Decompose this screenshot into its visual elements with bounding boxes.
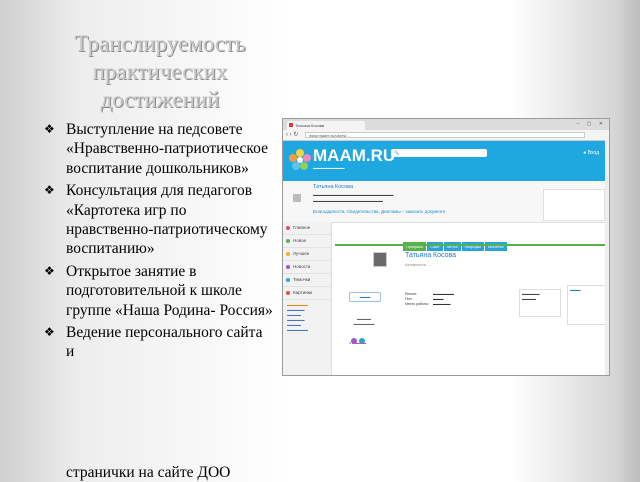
login-link[interactable]: ● Вход xyxy=(583,150,599,156)
scrollbar[interactable] xyxy=(605,140,609,375)
bullet-text: Ведение персонального сайта и xyxy=(66,324,263,361)
stats-box: ▬▬▬▬▬ ▬▬▬▬ xyxy=(519,289,561,317)
sidebar-item-new[interactable]: Новое xyxy=(283,235,331,248)
registration-date: ▬▬▬▬ ▬▬▬▬▬▬ xyxy=(353,317,375,326)
info-side-box: ▬▬▬ xyxy=(567,285,607,325)
user-banner: Татьяна Косова ▬▬▬▬▬▬▬▬▬▬▬▬▬▬▬▬▬▬▬▬▬▬▬ ▬… xyxy=(283,181,609,223)
sidebar-link-placeholder-icon[interactable]: ▬▬▬▬▬▬ xyxy=(287,328,327,333)
info-value-icon: ▬▬▬ xyxy=(433,297,444,301)
window-controls-icon[interactable]: – ▢ ✕ xyxy=(577,121,606,127)
bullet-item: ❖ Ведение персонального сайта и xyxy=(44,323,274,362)
profile-link-icon[interactable]: ● ▬▬▬▬ xyxy=(349,341,366,345)
site-search-input[interactable]: 🔍 xyxy=(391,149,487,157)
sidebar-item-label: Лучшее xyxy=(293,251,310,256)
flower-logo-icon xyxy=(289,149,311,170)
sidebar-item-topics[interactable]: Темочки xyxy=(283,274,331,287)
badges xyxy=(351,331,367,349)
slide-title-line: практических xyxy=(92,59,228,84)
profile-status: Активность: ... xyxy=(405,262,432,267)
profile-divider xyxy=(335,244,609,246)
avatar[interactable] xyxy=(373,252,387,267)
site-sidebar: Главное Новое Лучшее Новости Темочки Кар… xyxy=(283,222,332,375)
sidebar-item-label: Темочки xyxy=(293,277,311,282)
bullet-text: Выступление на педсовете «Нравственно-па… xyxy=(66,121,268,177)
sidebar-item-news[interactable]: Новости xyxy=(283,261,331,274)
address-bar: ‹ › ↻ www.maam.ru/users/... xyxy=(283,130,609,141)
profile-name: Татьяна Косова xyxy=(405,252,457,259)
browser-tab-title: Татьяна Косова xyxy=(295,123,325,128)
url-field[interactable]: www.maam.ru/users/... xyxy=(305,132,585,138)
bullet-text: Консультация для педагогов «Картотека иг… xyxy=(66,182,268,258)
bullet-marker-icon: ❖ xyxy=(44,183,55,198)
back-forward-icon[interactable]: ‹ › ↻ xyxy=(286,131,298,138)
bullet-marker-icon: ❖ xyxy=(44,325,55,340)
green-dot-icon xyxy=(286,239,290,243)
red-dot-icon xyxy=(286,291,290,295)
banner-user-name[interactable]: Татьяна Косова xyxy=(313,184,353,190)
banner-text-line-icon: ▬▬▬▬▬▬▬▬▬▬▬▬▬▬▬▬▬▬▬▬ xyxy=(313,199,383,203)
sidebar-item-best[interactable]: Лучшее xyxy=(283,248,331,261)
browser-tab-strip: Татьяна Косова – ▢ ✕ xyxy=(283,119,609,130)
pink-dot-icon xyxy=(286,226,290,230)
banner-side-box xyxy=(543,189,605,221)
profile-main: Профиль Сайт Лента Награды Монетки Татьяна К… xyxy=(335,222,609,375)
bullet-list: ❖ Выступление на педсовете «Нравственно-… xyxy=(44,120,274,365)
blue-dot-icon xyxy=(286,278,290,282)
login-label: Вход xyxy=(587,150,599,156)
banner-text-line-icon: ▬▬▬▬▬▬▬▬▬▬▬▬▬▬▬▬▬▬▬▬▬▬▬ xyxy=(313,193,394,197)
sidebar-item-label: Новости xyxy=(293,264,311,269)
banner-promo-link[interactable]: Благодарности, Свидетельства, Дипломы – … xyxy=(313,209,446,214)
sidebar-item-pictures[interactable]: Картинки xyxy=(283,287,331,300)
sidebar-item-label: Новое xyxy=(293,238,307,243)
slide-title-line: достижений xyxy=(100,87,220,112)
browser-tab[interactable]: Татьяна Косова xyxy=(287,121,365,130)
site-logo[interactable]: MAAM.RU xyxy=(313,146,395,166)
purple-dot-icon xyxy=(286,265,290,269)
slide-title: Транслируемость практических достижений xyxy=(40,30,280,114)
info-value-icon: ▬▬▬▬▬ xyxy=(433,302,451,306)
bullet-continuation: странички на сайте ДОО xyxy=(66,464,231,481)
info-label: Место работы: xyxy=(405,302,429,306)
site-header: MAAM.RU ▬▬▬▬▬▬▬▬▬ 🔍 ● Вход xyxy=(283,141,609,181)
bullet-item: ❖ Выступление на педсовете «Нравственно-… xyxy=(44,120,274,178)
user-photo-icon xyxy=(293,194,301,202)
yellow-dot-icon xyxy=(286,252,290,256)
slide-title-line: Транслируемость xyxy=(74,31,246,56)
favicon-icon xyxy=(289,123,293,127)
profile-info: Регион: ▬▬▬▬▬▬ Пол: ▬▬▬ Место работы: ▬▬▬▬▬ xyxy=(405,292,454,307)
sidebar-item-label: Главное xyxy=(293,225,311,230)
stats-line-icon: ▬▬▬▬ xyxy=(522,297,536,301)
website-screenshot: Татьяна Косова – ▢ ✕ ‹ › ↻ www.maam.ru/u… xyxy=(282,118,610,376)
sidebar-links: ▬▬▬▬▬▬ ▬▬▬▬▬ ▬▬▬▬ ▬▬▬▬▬ ▬▬▬▬ ▬▬▬▬▬▬ xyxy=(283,300,331,336)
site-tagline-icon: ▬▬▬▬▬▬▬▬▬ xyxy=(313,166,345,170)
bullet-marker-icon: ❖ xyxy=(44,263,55,278)
bullet-marker-icon: ❖ xyxy=(44,122,55,136)
profile-tabs: Профиль Сайт Лента Награды Монетки xyxy=(403,235,508,251)
bullet-text: Открытое занятие в подготовительной к шк… xyxy=(66,262,273,319)
profile-action-button[interactable]: ▬▬▬ xyxy=(349,292,381,302)
info-side-line-icon: ▬▬▬ xyxy=(570,288,581,292)
sidebar-item-label: Картинки xyxy=(293,290,313,295)
bullet-item: ❖ Консультация для педагогов «Картотека … xyxy=(44,181,274,259)
bullet-item: ❖ Открытое занятие в подготовительной к … xyxy=(44,262,274,320)
sidebar-item-main[interactable]: Главное xyxy=(283,222,331,235)
info-value-icon: ▬▬▬▬▬▬ xyxy=(433,292,454,296)
